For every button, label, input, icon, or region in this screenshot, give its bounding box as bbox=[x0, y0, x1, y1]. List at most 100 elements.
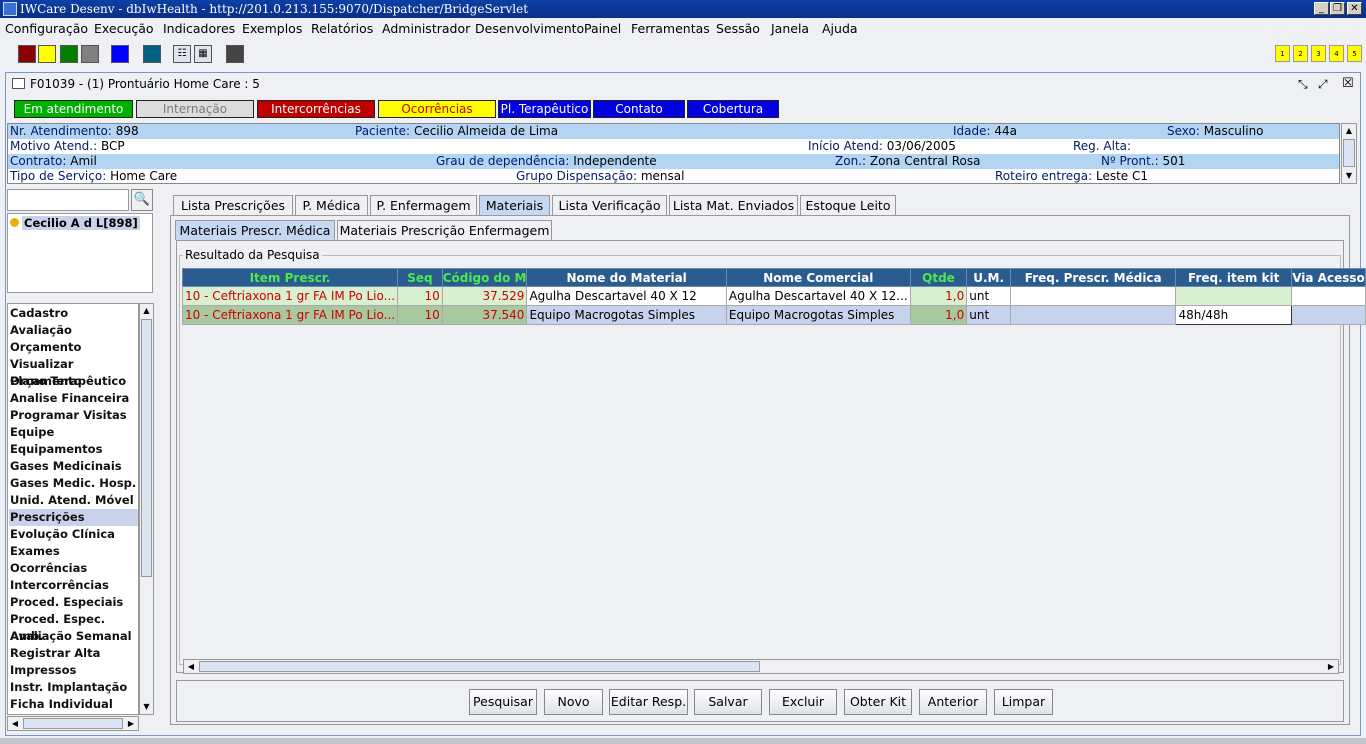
subtab-materiais-prescr-enfermagem[interactable]: Materiais Prescrição Enfermagem bbox=[337, 220, 552, 240]
excluir-button[interactable]: Excluir bbox=[769, 689, 837, 715]
color-swatch-teal[interactable] bbox=[143, 45, 161, 63]
menu-configuracao[interactable]: Configuração bbox=[5, 21, 88, 36]
col-qtde[interactable]: Qtde bbox=[909, 268, 968, 287]
cell-item-prescr[interactable]: 10 - Ceftriaxona 1 gr FA IM Po Lio... bbox=[181, 305, 399, 325]
cell-qtde[interactable]: 1,0 bbox=[909, 286, 968, 306]
pesquisar-button[interactable]: Pesquisar bbox=[469, 689, 537, 715]
scroll-thumb[interactable] bbox=[23, 718, 123, 729]
nav-item-proced-espec-amb[interactable]: Proced. Espec. Amb. bbox=[9, 611, 138, 643]
grid-view-icon[interactable]: ▦ bbox=[194, 45, 212, 63]
color-swatch-green[interactable] bbox=[60, 45, 78, 63]
scroll-left-icon[interactable]: ◀ bbox=[8, 717, 22, 730]
status-internacao[interactable]: Internação bbox=[136, 100, 254, 118]
minimize-button[interactable]: _ bbox=[1314, 2, 1329, 15]
scroll-right-icon[interactable]: ▶ bbox=[1324, 660, 1338, 673]
frame-close-icon[interactable]: ☒ bbox=[1342, 73, 1354, 95]
col-item-prescr[interactable]: Item Prescr. bbox=[181, 268, 399, 287]
search-input[interactable] bbox=[7, 189, 129, 211]
cell-freq-prescr-medica[interactable] bbox=[1009, 286, 1177, 306]
col-um[interactable]: U.M. bbox=[966, 268, 1011, 287]
menu-sessao[interactable]: Sessão bbox=[716, 21, 760, 36]
obter-kit-button[interactable]: Obter Kit bbox=[844, 689, 912, 715]
menu-indicadores[interactable]: Indicadores bbox=[163, 21, 235, 36]
limpar-button[interactable]: Limpar bbox=[994, 689, 1053, 715]
tab-lista-prescricoes[interactable]: Lista Prescrições bbox=[173, 195, 293, 215]
nav-item-avaliacao-semanal[interactable]: Avaliação Semanal bbox=[9, 628, 138, 645]
color-swatch-black[interactable] bbox=[226, 45, 244, 63]
nav-item-plano-terapeutico[interactable]: Plano Terapêutico bbox=[9, 373, 138, 390]
menu-execucao[interactable]: Execução bbox=[94, 21, 154, 36]
cell-codigo[interactable]: 37.529 bbox=[441, 286, 528, 306]
col-freq-prescr-medica[interactable]: Freq. Prescr. Médica bbox=[1009, 268, 1177, 287]
status-contato[interactable]: Contato bbox=[593, 100, 685, 118]
scroll-up-icon[interactable]: ▲ bbox=[1342, 124, 1356, 138]
nav-item-instr-implantacao[interactable]: Instr. Implantação bbox=[9, 679, 138, 696]
menu-desenvolvimento[interactable]: Desenvolvimento bbox=[475, 21, 584, 36]
nav-item-exames[interactable]: Exames bbox=[9, 543, 138, 560]
nav-item-orcamento[interactable]: Orçamento bbox=[9, 339, 138, 356]
nav-item-analise-financeira[interactable]: Analise Financeira bbox=[9, 390, 138, 407]
cell-um[interactable]: unt bbox=[966, 305, 1011, 325]
nav-item-programar-visitas[interactable]: Programar Visitas bbox=[9, 407, 138, 424]
cell-seq[interactable]: 10 bbox=[397, 305, 443, 325]
cell-nome-comercial[interactable]: Agulha Descartavel 40 X 12... bbox=[725, 286, 911, 306]
salvar-button[interactable]: Salvar bbox=[694, 689, 762, 715]
close-button[interactable]: ✕ bbox=[1347, 2, 1362, 15]
nav-item-cadastro[interactable]: Cadastro bbox=[9, 305, 138, 322]
cell-seq[interactable]: 10 bbox=[397, 286, 443, 306]
cell-nome-material[interactable]: Agulha Descartavel 40 X 12 bbox=[526, 286, 727, 306]
col-nome-comercial[interactable]: Nome Comercial bbox=[725, 268, 911, 287]
cell-via-acesso[interactable] bbox=[1290, 305, 1366, 325]
nav-item-proced-especiais[interactable]: Proced. Especiais bbox=[9, 594, 138, 611]
menu-exemplos[interactable]: Exemplos bbox=[242, 21, 302, 36]
novo-button[interactable]: Novo bbox=[544, 689, 603, 715]
col-codigo[interactable]: Código do M bbox=[441, 268, 528, 287]
nav-item-intercorrencias[interactable]: Intercorrências bbox=[9, 577, 138, 594]
anterior-button[interactable]: Anterior bbox=[919, 689, 987, 715]
menu-painel[interactable]: Painel bbox=[584, 21, 621, 36]
tab-p-enfermagem[interactable]: P. Enfermagem bbox=[370, 195, 477, 215]
nav-item-registrar-alta[interactable]: Registrar Alta bbox=[9, 645, 138, 662]
scroll-down-icon[interactable]: ▼ bbox=[140, 700, 153, 714]
nav-scrollbar[interactable]: ▲ ▼ bbox=[139, 303, 154, 715]
status-intercorrencias[interactable]: Intercorrências bbox=[257, 100, 375, 118]
nav-item-avaliacao[interactable]: Avaliação bbox=[9, 322, 138, 339]
window-2-button[interactable]: 2 bbox=[1293, 45, 1308, 62]
tab-lista-mat-enviados[interactable]: Lista Mat. Enviados bbox=[669, 195, 798, 215]
window-3-button[interactable]: 3 bbox=[1311, 45, 1326, 62]
nav-item-equipamentos[interactable]: Equipamentos bbox=[9, 441, 138, 458]
cell-freq-item-kit[interactable] bbox=[1175, 286, 1292, 306]
frame-maximize-icon[interactable]: ⤢ bbox=[1318, 73, 1328, 95]
tab-estoque-leito[interactable]: Estoque Leito bbox=[800, 195, 896, 215]
tree-item-patient[interactable]: Cecilio A d L[898] bbox=[22, 216, 140, 230]
status-pl-terapeutico[interactable]: Pl. Terapêutico bbox=[498, 100, 591, 118]
scroll-thumb[interactable] bbox=[141, 319, 152, 577]
menu-administrador[interactable]: Administrador bbox=[382, 21, 470, 36]
cell-via-acesso[interactable] bbox=[1290, 286, 1366, 306]
scroll-thumb[interactable] bbox=[1343, 139, 1355, 167]
status-ocorrencias[interactable]: Ocorrências bbox=[378, 100, 496, 118]
nav-item-equipe[interactable]: Equipe bbox=[9, 424, 138, 441]
tree-view-icon[interactable]: ☷ bbox=[173, 45, 191, 63]
nav-item-gases-medic-hosp[interactable]: Gases Medic. Hosp. bbox=[9, 475, 138, 492]
scroll-thumb[interactable] bbox=[199, 661, 760, 672]
cell-nome-comercial[interactable]: Equipo Macrogotas Simples bbox=[725, 305, 911, 325]
frame-iconify-icon[interactable]: ⤡ bbox=[1298, 73, 1308, 95]
col-seq[interactable]: Seq bbox=[397, 268, 443, 287]
menu-janela[interactable]: Janela bbox=[771, 21, 809, 36]
nav-item-prescricoes[interactable]: Prescrições bbox=[9, 509, 138, 526]
window-4-button[interactable]: 4 bbox=[1329, 45, 1344, 62]
table-row[interactable]: 10 - Ceftriaxona 1 gr FA IM Po Lio... 10… bbox=[181, 286, 1366, 306]
subtab-materiais-prescr-medica[interactable]: Materiais Prescr. Médica bbox=[175, 220, 335, 240]
table-row[interactable]: 10 - Ceftriaxona 1 gr FA IM Po Lio... 10… bbox=[181, 305, 1366, 325]
cell-qtde[interactable]: 1,0 bbox=[909, 305, 968, 325]
restore-button[interactable]: ❐ bbox=[1330, 2, 1345, 15]
info-scrollbar[interactable]: ▲ ▼ bbox=[1341, 123, 1357, 184]
tab-lista-verificacao[interactable]: Lista Verificação bbox=[552, 195, 667, 215]
status-cobertura[interactable]: Cobertura bbox=[687, 100, 779, 118]
nav-item-impressos[interactable]: Impressos bbox=[9, 662, 138, 679]
col-nome-material[interactable]: Nome do Material bbox=[526, 268, 727, 287]
cell-um[interactable]: unt bbox=[966, 286, 1011, 306]
nav-item-visualizar-orcamento[interactable]: Visualizar Orçamento bbox=[9, 356, 138, 388]
cell-freq-prescr-medica[interactable] bbox=[1009, 305, 1177, 325]
